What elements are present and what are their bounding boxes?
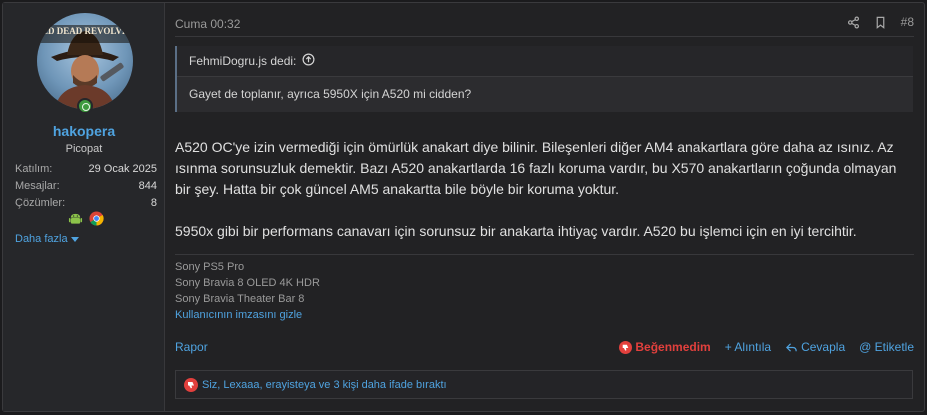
reactions-bar[interactable]: Siz, Lexaaa, erayisteya ve 3 kişi daha i… <box>175 370 913 399</box>
reactions-text: Siz, Lexaaa, erayisteya ve 3 kişi daha i… <box>202 378 447 391</box>
stat-value: 844 <box>138 180 157 192</box>
quote-header[interactable]: FehmiDogru.js dedi: <box>177 46 913 77</box>
stat-label: Katılım: <box>15 163 53 175</box>
avatar[interactable]: RED DEAD REVOLVER <box>37 13 133 109</box>
tag-button[interactable]: @ Etiketle <box>859 340 914 354</box>
message-paragraph: A520 OC'ye izin vermediği için ömürlük a… <box>175 139 897 197</box>
signature-line: Sony Bravia Theater Bar 8 <box>175 293 305 305</box>
share-icon[interactable] <box>847 16 860 29</box>
arrow-up-circle-icon[interactable] <box>302 53 315 69</box>
stat-label: Çözümler: <box>15 197 66 209</box>
thumbs-down-icon <box>184 377 198 392</box>
post-footer: Rapor Beğenmedim + Alıntıla Cevapla @ Et… <box>175 340 914 358</box>
message-paragraph: 5950x gibi bir performans canavarı için … <box>175 223 857 239</box>
dislike-button[interactable]: Beğenmedim <box>619 340 711 354</box>
user-badges <box>68 211 104 226</box>
bookmark-icon[interactable] <box>874 16 887 29</box>
reply-icon <box>786 342 797 352</box>
username-link[interactable]: hakopera <box>3 123 165 139</box>
post-date[interactable]: Cuma 00:32 <box>175 17 240 31</box>
stat-label: Mesajlar: <box>15 180 60 192</box>
stat-value: 8 <box>150 197 157 209</box>
header-divider <box>175 36 914 37</box>
android-icon[interactable] <box>68 211 83 226</box>
report-button[interactable]: Rapor <box>175 340 208 354</box>
quote-text: Gayet de toplanır, ayrıca 5950X için A52… <box>189 87 472 101</box>
quote-author: FehmiDogru.js dedi: <box>189 54 297 68</box>
signature-line: Sony PS5 Pro <box>175 261 245 273</box>
avatar-image: RED DEAD REVOLVER <box>37 25 133 109</box>
post-main: Cuma 00:32 #8 FehmiDogru.js dedi: Gayet … <box>165 3 924 411</box>
user-panel: RED DEAD REVOLVER hakopera Picopat Katıl… <box>3 3 165 411</box>
more-info-toggle[interactable]: Daha fazla <box>15 233 79 245</box>
quote-block: FehmiDogru.js dedi: Gayet de toplanır, a… <box>175 46 913 112</box>
signature-line: Sony Bravia 8 OLED 4K HDR <box>175 277 320 289</box>
user-title: Picopat <box>65 143 103 155</box>
stat-joined: Katılım: 29 Ocak 2025 <box>15 162 157 179</box>
more-info-label: Daha fazla <box>15 233 68 245</box>
post-number-link[interactable]: #8 <box>901 15 914 29</box>
avatar-title-text: RED DEAD REVOLVER <box>37 26 133 36</box>
reply-label: Cevapla <box>801 340 846 354</box>
footer-actions: Beğenmedim + Alıntıla Cevapla @ Etiketle <box>619 340 914 354</box>
post-header-actions: #8 <box>847 15 914 29</box>
post-container: RED DEAD REVOLVER hakopera Picopat Katıl… <box>2 2 925 412</box>
stat-value: 29 Ocak 2025 <box>88 163 158 175</box>
quote-button[interactable]: + Alıntıla <box>725 340 771 354</box>
user-stats: Katılım: 29 Ocak 2025 Mesajlar: 844 Çözü… <box>15 162 157 213</box>
reply-button[interactable]: Cevapla <box>785 340 845 354</box>
dislike-label: Beğenmedim <box>635 340 711 354</box>
signature: Sony PS5 Pro Sony Bravia 8 OLED 4K HDR S… <box>175 259 320 323</box>
hide-signature-link[interactable]: Kullanıcının imzasını gizle <box>175 307 320 323</box>
message-body: A520 OC'ye izin vermediği için ömürlük a… <box>175 137 915 242</box>
stat-messages: Mesajlar: 844 <box>15 179 157 196</box>
chrome-icon[interactable] <box>89 211 104 226</box>
thumbs-down-icon <box>619 340 633 354</box>
caret-down-icon <box>70 236 79 242</box>
signature-divider <box>175 254 914 255</box>
online-status-icon <box>77 98 93 114</box>
